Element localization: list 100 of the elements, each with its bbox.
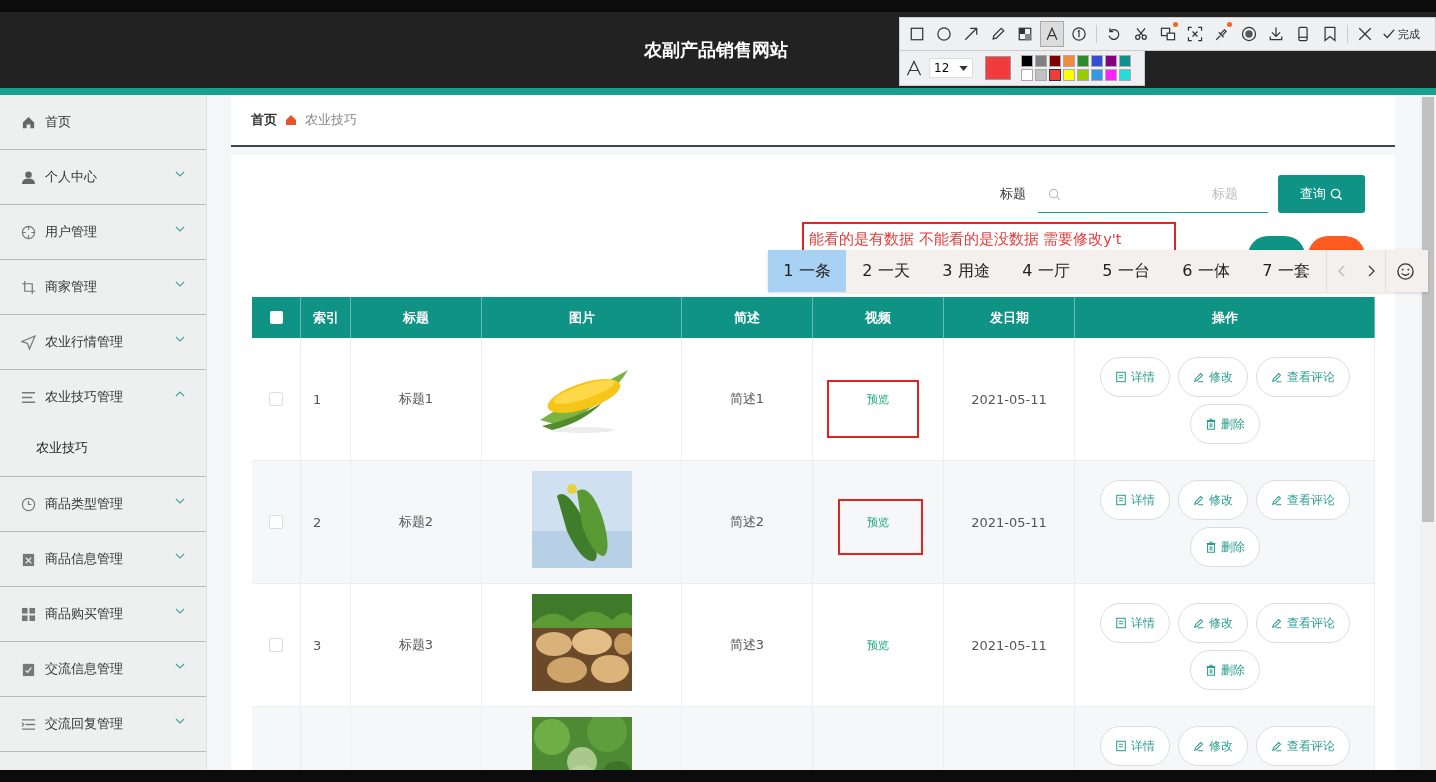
color-swatch[interactable] — [1049, 69, 1061, 81]
breadcrumb-item[interactable]: 农业技巧 — [305, 111, 357, 129]
crop-icon — [21, 279, 36, 295]
color-swatch[interactable] — [1091, 69, 1103, 81]
caret-icon — [959, 65, 968, 71]
breadcrumb-item[interactable]: 首页 — [251, 111, 277, 129]
sidebar-item[interactable]: 商品信息管理 — [0, 532, 206, 586]
sidebar-item[interactable]: 个人中心 — [0, 150, 206, 204]
ime-candidate[interactable]: 6 一体 — [1166, 250, 1246, 292]
current-color-swatch[interactable] — [985, 56, 1011, 80]
column-header: 操作 — [1075, 297, 1375, 338]
comments-button[interactable]: 查看评论 — [1255, 726, 1350, 766]
circle-icon — [935, 25, 953, 43]
color-swatch[interactable] — [1105, 69, 1117, 81]
color-swatch[interactable] — [1077, 69, 1089, 81]
chevron-down-icon — [175, 608, 185, 614]
pen-icon — [1270, 617, 1283, 629]
color-swatch[interactable] — [1021, 55, 1033, 67]
pen-icon — [1270, 494, 1283, 506]
ime-candidate[interactable]: 4 一厅 — [1006, 250, 1086, 292]
color-swatch[interactable] — [1119, 55, 1131, 67]
delete-button[interactable]: 删除 — [1189, 404, 1260, 444]
color-swatch[interactable] — [1063, 69, 1075, 81]
edit-button[interactable]: 修改 — [1177, 357, 1248, 397]
site-title: 农副产品销售网站 — [644, 38, 788, 62]
scrollbar[interactable] — [1420, 95, 1436, 770]
sidebar-item[interactable]: 农业行情管理 — [0, 315, 206, 369]
sidebar-item[interactable]: 交流信息管理 — [0, 642, 206, 696]
search-icon — [1330, 187, 1343, 201]
delete-button[interactable]: 删除 — [1189, 650, 1260, 690]
font-size-select[interactable]: 12 — [929, 58, 973, 78]
table-cell: 3 — [313, 637, 322, 653]
bookmark-icon — [1321, 25, 1339, 43]
ime-candidate[interactable]: 2 一天 — [846, 250, 926, 292]
chevron-down-icon — [175, 171, 185, 177]
overlapping-squares-icon — [1159, 25, 1177, 43]
document-icon — [1114, 740, 1127, 752]
color-swatch[interactable] — [1035, 55, 1047, 67]
chevron-down-icon — [175, 281, 185, 287]
detail-button[interactable]: 详情 — [1099, 726, 1170, 766]
comments-button[interactable]: 查看评论 — [1255, 480, 1350, 520]
done-button[interactable]: 完成 — [1380, 26, 1422, 42]
trash-icon — [1204, 664, 1217, 676]
sidebar-item[interactable]: 首页 — [0, 95, 206, 149]
comments-button[interactable]: 查看评论 — [1255, 357, 1350, 397]
table-cell: 标题1 — [398, 390, 434, 408]
sidebar-item[interactable]: 用户管理 — [0, 205, 206, 259]
comments-button[interactable]: 查看评论 — [1255, 603, 1350, 643]
table-cell: 简述3 — [729, 636, 765, 654]
pen-icon — [1270, 740, 1283, 752]
color-swatch[interactable] — [1035, 69, 1047, 81]
close-icon — [1356, 25, 1374, 43]
detail-button[interactable]: 详情 — [1099, 603, 1170, 643]
sidebar-item[interactable]: 商品购买管理 — [0, 587, 206, 641]
edit-button[interactable]: 修改 — [1177, 726, 1248, 766]
house-icon — [285, 114, 297, 126]
edit-button[interactable]: 修改 — [1177, 480, 1248, 520]
row-checkbox[interactable] — [269, 638, 283, 652]
scissors-icon — [1132, 25, 1150, 43]
table-cell: 2 — [313, 514, 322, 530]
color-swatch[interactable] — [1021, 69, 1033, 81]
table-cell: 标题3 — [398, 636, 434, 654]
search-field[interactable]: 标题 — [1038, 175, 1268, 213]
ime-candidate[interactable]: 5 一台 — [1086, 250, 1166, 292]
ime-candidate[interactable]: 1 一条 — [768, 250, 846, 292]
color-swatch[interactable] — [1091, 55, 1103, 67]
color-swatch[interactable] — [1077, 55, 1089, 67]
ime-candidate[interactable]: 3 用途 — [926, 250, 1006, 292]
color-swatch[interactable] — [1119, 69, 1131, 81]
chevron-down-icon — [175, 336, 185, 342]
row-checkbox[interactable] — [269, 515, 283, 529]
emoji-icon[interactable] — [1396, 261, 1415, 281]
table-cell: 2021-05-11 — [971, 637, 1047, 653]
table-cell: 2021-05-11 — [971, 391, 1047, 407]
column-header: 标题 — [351, 297, 482, 338]
sidebar-item[interactable]: 商品类型管理 — [0, 477, 206, 531]
grid-icon — [21, 606, 36, 622]
color-swatch[interactable] — [1105, 55, 1117, 67]
sidebar-subitem[interactable]: 农业技巧 — [0, 424, 206, 476]
column-header: 发日期 — [944, 297, 1075, 338]
chevron-down-icon — [175, 663, 185, 669]
detail-button[interactable]: 详情 — [1099, 480, 1170, 520]
row-checkbox[interactable] — [269, 392, 283, 406]
select-all-checkbox[interactable] — [269, 311, 283, 324]
clipboard-check-icon — [21, 661, 36, 677]
query-button[interactable]: 查询 — [1278, 175, 1365, 213]
delete-button[interactable]: 删除 — [1189, 527, 1260, 567]
indent-list-icon — [21, 716, 36, 732]
sidebar-item[interactable]: 农业技巧管理 — [0, 370, 206, 424]
edit-button[interactable]: 修改 — [1177, 603, 1248, 643]
ime-candidate[interactable]: 7 一套 — [1246, 250, 1326, 292]
scrollbar-thumb[interactable] — [1422, 97, 1434, 522]
detail-button[interactable]: 详情 — [1099, 357, 1170, 397]
trash-icon — [1204, 541, 1217, 553]
table-cell: 1 — [313, 391, 322, 407]
color-swatch[interactable] — [1063, 55, 1075, 67]
color-swatch[interactable] — [1049, 55, 1061, 67]
sidebar-item[interactable]: 交流回复管理 — [0, 697, 206, 751]
sidebar-item[interactable]: 商家管理 — [0, 260, 206, 314]
tool-button[interactable] — [1040, 21, 1064, 47]
